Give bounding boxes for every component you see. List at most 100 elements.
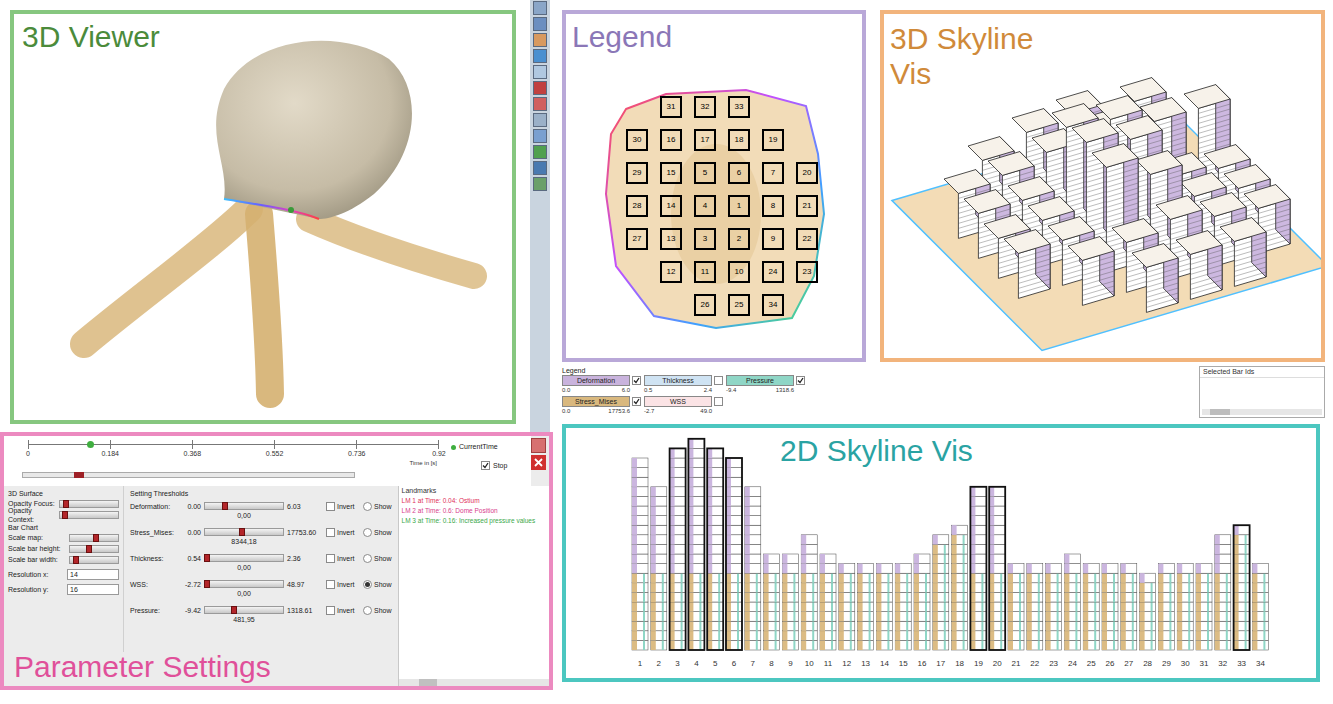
stop-toggle[interactable]: Stop — [451, 461, 507, 472]
legend-patch[interactable]: 28 — [626, 195, 648, 217]
skyline-bar[interactable]: 33 — [1234, 525, 1250, 668]
legend-chip[interactable]: WSS — [644, 396, 712, 407]
invert-checkbox[interactable] — [326, 554, 335, 563]
legend-patch[interactable]: 8 — [762, 195, 784, 217]
slider-thumb[interactable] — [239, 528, 245, 536]
skyline-bar[interactable]: 18 — [952, 525, 968, 668]
time-axis[interactable]: 00.1840.3680.5520.7360.92Time in [s] — [28, 440, 439, 468]
skyline-3d-chart[interactable] — [884, 14, 1321, 358]
legend-patch[interactable]: 3 — [694, 228, 716, 250]
aneurysm-model[interactable] — [14, 14, 512, 420]
legend-patch[interactable]: 5 — [694, 162, 716, 184]
tool-button-icon[interactable] — [533, 177, 547, 191]
legend-patch[interactable]: 25 — [728, 294, 750, 316]
slider-thumb[interactable] — [73, 556, 79, 564]
skyline-bar[interactable]: 27 — [1121, 564, 1137, 668]
number-field[interactable]: 16 — [67, 584, 119, 595]
legend-patch[interactable]: 7 — [762, 162, 784, 184]
landmark-item[interactable]: LM 1 at Time: 0.04: Ostium — [402, 496, 546, 505]
tool-button-icon[interactable] — [533, 161, 547, 175]
record-button[interactable] — [531, 438, 546, 453]
tool-button-icon[interactable] — [533, 1, 547, 15]
tool-button-icon[interactable] — [533, 97, 547, 111]
legend-patch[interactable]: 33 — [728, 96, 750, 118]
legend-patch[interactable]: 9 — [762, 228, 784, 250]
threshold-slider[interactable] — [204, 554, 284, 562]
invert-toggle[interactable]: Invert — [326, 606, 360, 615]
skyline-bar[interactable]: 31 — [1196, 564, 1212, 668]
skyline-bar[interactable]: 10 — [801, 535, 817, 668]
legend-patch[interactable]: 30 — [626, 129, 648, 151]
landmark-item[interactable]: LM 2 at Time: 0.6: Dome Position — [402, 506, 546, 515]
slider-thumb[interactable] — [86, 545, 92, 553]
slider-thumb[interactable] — [231, 606, 237, 614]
skyline-bar[interactable]: 32 — [1215, 535, 1231, 668]
legend-patch[interactable]: 26 — [694, 294, 716, 316]
skyline-bar[interactable]: 4 — [688, 439, 704, 668]
legend-patch[interactable]: 2 — [728, 228, 750, 250]
tool-button-icon[interactable] — [533, 17, 547, 31]
legend-patch[interactable]: 20 — [796, 162, 818, 184]
legend-patch[interactable]: 16 — [660, 129, 682, 151]
legend-patch[interactable]: 32 — [694, 96, 716, 118]
legend-patch[interactable]: 1 — [728, 195, 750, 217]
legend-patch[interactable]: 23 — [796, 261, 818, 283]
legend-patch[interactable]: 18 — [728, 129, 750, 151]
legend-patch[interactable]: 29 — [626, 162, 648, 184]
legend-item[interactable]: Thickness0.52.4 — [644, 375, 726, 394]
tool-button-icon[interactable] — [533, 65, 547, 79]
skyline-bar[interactable]: 21 — [1008, 564, 1024, 668]
legend-checkbox[interactable] — [632, 376, 641, 385]
current-time-marker[interactable] — [87, 441, 94, 448]
legend-patch[interactable]: 34 — [762, 294, 784, 316]
invert-toggle[interactable]: Invert — [326, 554, 360, 563]
legend-patch[interactable]: 24 — [762, 261, 784, 283]
skyline-3d-panel[interactable]: 3D SkylineVis — [880, 10, 1325, 362]
show-option[interactable]: Show — [363, 606, 392, 615]
show-option[interactable]: Show — [363, 528, 392, 537]
skyline-bar[interactable]: 9 — [782, 554, 798, 668]
legend-checkbox[interactable] — [632, 397, 641, 406]
threshold-slider[interactable] — [204, 502, 284, 510]
threshold-slider[interactable] — [204, 606, 284, 614]
scrollbar[interactable] — [1202, 409, 1322, 415]
skyline-bar[interactable]: 11 — [820, 554, 836, 668]
skyline-2d-chart[interactable]: 1234567891011121314151617181920212223242… — [624, 430, 1284, 675]
legend-patch[interactable]: 13 — [660, 228, 682, 250]
viewer-3d-panel[interactable]: 3D Viewer — [10, 10, 516, 424]
invert-checkbox[interactable] — [326, 528, 335, 537]
slider-thumb[interactable] — [93, 534, 99, 542]
slider-thumb[interactable] — [62, 511, 68, 519]
legend-checkbox[interactable] — [796, 376, 805, 385]
scale-slider[interactable] — [69, 534, 119, 542]
show-radio[interactable] — [363, 580, 372, 589]
skyline-bar[interactable]: 30 — [1177, 564, 1193, 668]
number-field[interactable]: 14 — [67, 569, 119, 580]
show-option[interactable]: Show — [363, 502, 392, 511]
skyline-building[interactable] — [1068, 237, 1114, 306]
skyline-bar[interactable]: 23 — [1046, 564, 1062, 668]
legend-patch[interactable]: 17 — [694, 129, 716, 151]
invert-toggle[interactable]: Invert — [326, 528, 360, 537]
skyline-bar[interactable]: 26 — [1102, 564, 1118, 668]
close-button[interactable] — [531, 455, 546, 470]
legend-patch[interactable]: 4 — [694, 195, 716, 217]
show-radio[interactable] — [363, 528, 372, 537]
legend-chip[interactable]: Stress_Mises — [562, 396, 630, 407]
legend-patch[interactable]: 19 — [762, 129, 784, 151]
skyline-bar[interactable]: 12 — [839, 564, 855, 668]
skyline-bar[interactable]: 16 — [914, 554, 930, 668]
skyline-building[interactable] — [1220, 218, 1266, 287]
skyline-bar[interactable]: 7 — [745, 487, 761, 668]
invert-toggle[interactable]: Invert — [326, 502, 360, 511]
skyline-bar[interactable]: 2 — [651, 487, 667, 668]
skyline-bar[interactable]: 20 — [989, 487, 1005, 668]
legend-checkbox[interactable] — [714, 376, 723, 385]
skyline-bar[interactable]: 14 — [876, 564, 892, 668]
tool-button-icon[interactable] — [533, 129, 547, 143]
skyline-building[interactable] — [1176, 231, 1222, 300]
show-radio[interactable] — [363, 502, 372, 511]
legend-panel[interactable]: 3132333016171819291556720281441821271332… — [562, 10, 866, 362]
legend-chip[interactable]: Thickness — [644, 375, 712, 386]
opacity-slider[interactable] — [59, 500, 119, 508]
